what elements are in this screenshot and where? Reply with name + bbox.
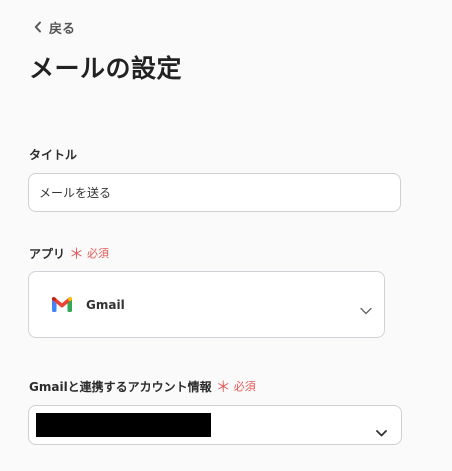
required-asterisk: ＊ xyxy=(215,378,231,396)
selected-app-name: Gmail xyxy=(86,297,125,312)
account-field-label-text: Gmailと連携するアカウント情報 xyxy=(29,380,212,394)
chevron-left-icon xyxy=(34,21,42,33)
gmail-icon xyxy=(51,296,86,313)
required-text: 必須 xyxy=(233,380,256,393)
chevron-down-icon xyxy=(376,422,387,441)
title-field-label-text: タイトル xyxy=(29,148,78,162)
app-select[interactable]: Gmail xyxy=(28,271,385,338)
back-link-label: 戻る xyxy=(49,21,76,37)
chevron-down-icon xyxy=(360,300,372,319)
page-title: メールの設定 xyxy=(29,54,183,83)
title-field-label: タイトル xyxy=(29,147,77,163)
account-select[interactable] xyxy=(28,405,402,445)
app-field-label: アプリ ＊ 必須 xyxy=(29,246,109,262)
required-asterisk: ＊ xyxy=(69,245,85,263)
back-link[interactable]: 戻る xyxy=(34,17,75,37)
required-indicator: ＊ 必須 xyxy=(69,246,109,262)
mail-settings-page: 戻る メールの設定 タイトル アプリ ＊ 必須 Gmail xyxy=(0,0,452,471)
account-field-label: Gmailと連携するアカウント情報 ＊ 必須 xyxy=(29,379,256,395)
required-indicator: ＊ 必須 xyxy=(216,379,256,395)
redacted-account-value xyxy=(36,413,211,437)
app-field-label-text: アプリ xyxy=(29,247,66,261)
title-input[interactable] xyxy=(28,173,401,212)
required-text: 必須 xyxy=(87,247,110,260)
